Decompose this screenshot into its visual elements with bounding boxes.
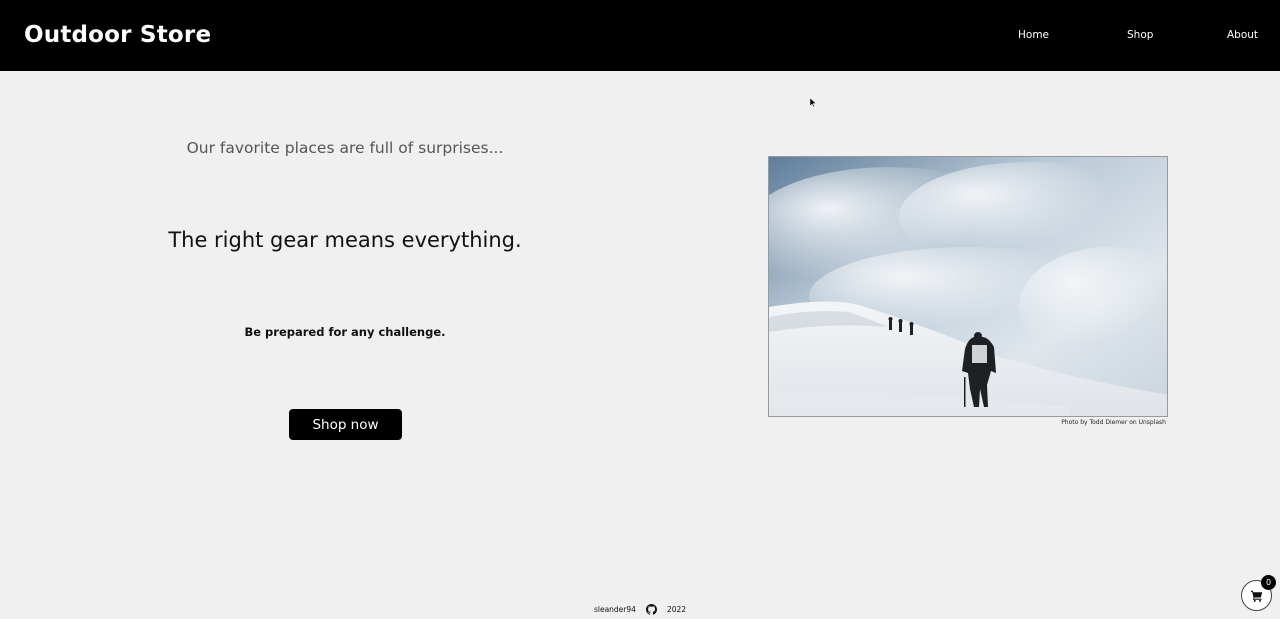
cart-count-badge: 0 <box>1261 575 1276 590</box>
site-header: Outdoor Store Home Shop About <box>0 0 1280 71</box>
footer-year: 2022 <box>666 604 687 614</box>
hero-photo <box>768 156 1168 417</box>
site-footer: sleander94 2022 <box>0 603 1280 615</box>
hero-subheadline: Be prepared for any challenge. <box>244 325 446 339</box>
hero-headline: The right gear means everything. <box>168 228 522 252</box>
footer-author[interactable]: sleander94 <box>594 605 636 614</box>
photo-credit[interactable]: Photo by Todd Diemer on Unsplash <box>968 419 1166 426</box>
github-icon[interactable] <box>645 603 657 615</box>
nav-shop[interactable]: Shop <box>1127 29 1153 41</box>
hero-tagline: Our favorite places are full of surprise… <box>186 139 504 157</box>
shop-now-button[interactable]: Shop now <box>289 409 402 440</box>
nav-about[interactable]: About <box>1227 29 1258 41</box>
nav-home[interactable]: Home <box>1018 29 1049 41</box>
cart-icon <box>1250 590 1262 602</box>
brand-logo[interactable]: Outdoor Store <box>24 22 211 48</box>
mouse-cursor <box>810 98 816 107</box>
